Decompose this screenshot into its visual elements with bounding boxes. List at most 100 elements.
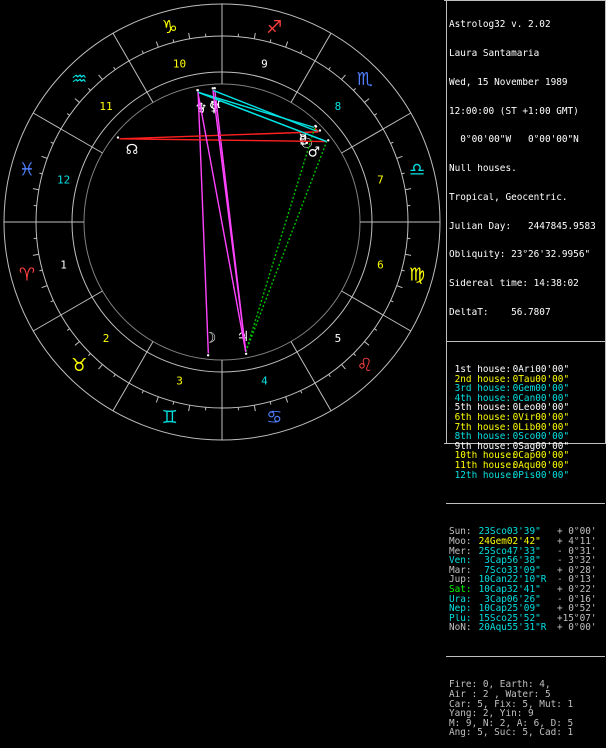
planet-position-row: Nep: 10Cap25'09"+ 0°52' xyxy=(449,604,605,614)
planet-speed: + 0°00' xyxy=(557,623,597,633)
julian-day: Julian Day: 2447845.9583 xyxy=(449,222,605,232)
planet-marker xyxy=(117,136,119,138)
house-number: 12 xyxy=(57,174,70,187)
planet-longitude: 15Sco25'52" xyxy=(473,614,557,624)
house-label: 2nd house: xyxy=(449,375,507,385)
planet-longitude: 20Aqu55'31"R xyxy=(473,623,557,633)
planet-speed: - 0°13' xyxy=(557,575,597,585)
house-list: 1st house: 0Ari00'00" 2nd house: 0Tau00'… xyxy=(449,365,605,480)
house-number: 2 xyxy=(103,332,110,345)
planet-speed: - 3°32' xyxy=(557,556,597,566)
summary-line: Yang: 2, Yin: 9 xyxy=(449,709,605,719)
separator xyxy=(446,503,605,504)
house-cusp-value: 0Pis00'00" xyxy=(507,471,569,481)
summary-line: Ang: 5, Suc: 5, Cad: 1 xyxy=(449,728,605,738)
planet-name: Mer: xyxy=(449,547,473,557)
zodiac-sign-glyph: ♐ xyxy=(266,17,282,38)
house-number: 6 xyxy=(377,258,384,271)
planet-name: Ven: xyxy=(449,556,473,566)
house-label: 9th house: xyxy=(449,442,507,452)
planet-speed: - 0°31' xyxy=(557,547,597,557)
planet-list: Sun: 23Sco03'39"+ 0°00'Moo: 24Gem02'42"+… xyxy=(449,527,605,633)
house-number: 11 xyxy=(99,100,112,113)
element-summary: Fire: 0, Earth: 4,Air : 2 , Water: 5Car:… xyxy=(449,680,605,738)
house-cusp-row: 3rd house: 0Gem00'00" xyxy=(449,384,605,394)
summary-line: Car: 5, Fix: 5, Mut: 1 xyxy=(449,700,605,710)
zodiac-sign-glyph: ♉ xyxy=(71,355,87,376)
zodiac-sign-glyph: ♋ xyxy=(266,407,282,428)
planet-longitude: 25Sco47'33" xyxy=(473,547,557,557)
planet-name: Sun: xyxy=(449,527,473,537)
house-label: 8th house: xyxy=(449,432,507,442)
planet-name: Nep: xyxy=(449,604,473,614)
zodiac-sign-glyph: ♓ xyxy=(19,160,35,181)
planet-speed: +15°07' xyxy=(557,614,597,624)
house-label: 10th house: xyxy=(449,451,507,461)
planet-longitude: 7Sco33'09" xyxy=(473,566,557,576)
house-number: 9 xyxy=(261,58,268,71)
planet-glyph: ☽ xyxy=(204,330,217,346)
house-cusp-row: 8th house: 0Sco00'00" xyxy=(449,432,605,442)
planet-position-row: Plu: 15Sco25'52"+15°07' xyxy=(449,614,605,624)
planet-marker xyxy=(319,129,321,131)
chart-name: Laura Santamaria xyxy=(449,49,605,59)
summary-line: Fire: 0, Earth: 4, xyxy=(449,680,605,690)
house-cusp-value: 0Can00'00" xyxy=(507,394,569,404)
chart-location: 0°00'00"W 0°00'00"N xyxy=(449,135,605,145)
house-number: 1 xyxy=(60,258,67,271)
zodiac-sign-glyph: ♎ xyxy=(409,160,425,181)
planet-position-row: Ura: 3Cap06'26"- 0°16' xyxy=(449,595,605,605)
planet-marker xyxy=(315,125,317,127)
planet-speed: + 0°52' xyxy=(557,604,597,614)
planet-longitude: 24Gem02'42" xyxy=(473,537,557,547)
house-cusp-value: 0Ari00'00" xyxy=(507,365,569,375)
house-label: 5th house: xyxy=(449,403,507,413)
planet-marker xyxy=(197,89,199,91)
obliquity: Obliquity: 23°26'32.9956" xyxy=(449,250,605,260)
zodiac-sign-glyph: ♊ xyxy=(162,407,178,428)
planet-marker xyxy=(245,353,247,355)
house-system: Null houses. xyxy=(449,164,605,174)
zodiac-sign-glyph: ♈ xyxy=(19,264,35,285)
zodiac-type: Tropical, Geocentric. xyxy=(449,193,605,203)
house-number: 3 xyxy=(176,374,183,387)
delta-t: DeltaT: 56.7807 xyxy=(449,308,605,318)
chart-time: 12:00:00 (ST +1:00 GMT) xyxy=(449,107,605,117)
planet-position-row: Sun: 23Sco03'39"+ 0°00' xyxy=(449,527,605,537)
house-label: 1st house: xyxy=(449,365,507,375)
house-label: 4th house: xyxy=(449,394,507,404)
house-cusp-row: 12th house: 0Pis00'00" xyxy=(449,471,605,481)
house-cusp-row: 7th house: 0Lib00'00" xyxy=(449,423,605,433)
chart-date: Wed, 15 November 1989 xyxy=(449,78,605,88)
house-number: 4 xyxy=(261,374,268,387)
house-label: 7th house: xyxy=(449,423,507,433)
planet-longitude: 10Can22'10"R xyxy=(473,575,557,585)
house-label: 12th house: xyxy=(449,471,507,481)
house-cusp-value: 0Gem00'00" xyxy=(507,384,569,394)
summary-line: Air : 2 , Water: 5 xyxy=(449,690,605,700)
planet-longitude: 10Cap32'41" xyxy=(473,585,557,595)
planet-speed: - 0°16' xyxy=(557,595,597,605)
house-label: 6th house: xyxy=(449,413,507,423)
house-number: 10 xyxy=(173,58,186,71)
astrology-wheel: ♈♉♊♋♌♍♎♏♐♑♒♓123456789101112☉☽☿♀♂♃♄♅♆♇☊ xyxy=(0,0,444,444)
planet-name: Sat: xyxy=(449,585,473,595)
house-label: 3rd house: xyxy=(449,384,507,394)
planet-name: Ura: xyxy=(449,595,473,605)
planet-position-row: NoN: 20Aqu55'31"R+ 0°00' xyxy=(449,623,605,633)
planet-speed: + 0°00' xyxy=(557,527,597,537)
sidereal-time: Sidereal time: 14:38:02 xyxy=(449,279,605,289)
planet-marker xyxy=(327,139,329,141)
planet-name: Mar: xyxy=(449,566,473,576)
planet-glyph: ☊ xyxy=(126,142,138,158)
house-cusp-value: 0Leo00'00" xyxy=(507,403,569,413)
planet-name: Jup: xyxy=(449,575,473,585)
zodiac-sign-glyph: ♍ xyxy=(409,264,425,285)
house-cusp-value: 0Cap00'00" xyxy=(507,451,569,461)
planet-speed: + 4°11' xyxy=(557,537,597,547)
planet-position-row: Ven: 3Cap56'38"- 3°32' xyxy=(449,556,605,566)
separator xyxy=(446,656,605,657)
app-title: Astrolog32 v. 2.02 xyxy=(449,20,605,30)
house-cusp-row: 5th house: 0Leo00'00" xyxy=(449,403,605,413)
planet-name: NoN: xyxy=(449,623,473,633)
